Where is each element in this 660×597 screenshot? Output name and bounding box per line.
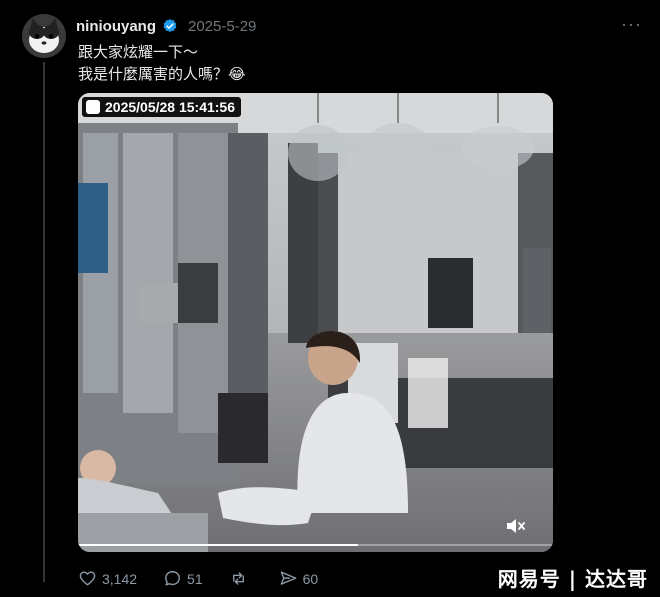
mute-icon[interactable] xyxy=(503,514,527,538)
heart-icon xyxy=(79,571,96,586)
watermark: 网易号 | 达达哥 xyxy=(497,567,648,591)
reply-button[interactable]: 51 xyxy=(163,569,203,588)
action-bar: 3,142 51 60 xyxy=(78,569,344,588)
post-date[interactable]: 2025-5-29 xyxy=(188,18,256,35)
xiaomi-logo-icon xyxy=(86,100,100,114)
thread-line xyxy=(43,62,45,582)
username[interactable]: niniouyang xyxy=(76,18,156,35)
post-text-line: 跟大家炫耀一下～ xyxy=(78,44,199,61)
post-header: niniouyang 2025-5-29 xyxy=(76,16,256,36)
cat-avatar-icon xyxy=(22,14,66,58)
reply-icon xyxy=(165,571,180,586)
video-player[interactable]: 2025/05/28 15:41:56 xyxy=(78,93,553,552)
reply-count: 51 xyxy=(187,570,203,587)
post-text-line: 我是什麼厲害的人嗎？😂 xyxy=(78,66,246,83)
repost-icon xyxy=(232,572,244,585)
repost-button[interactable] xyxy=(229,569,253,588)
verified-badge-icon xyxy=(163,19,177,33)
more-options-icon[interactable]: ··· xyxy=(621,14,642,35)
like-count: 3,142 xyxy=(102,570,138,587)
post-text: 跟大家炫耀一下～ 我是什麼厲害的人嗎？😂 xyxy=(78,42,246,86)
avatar[interactable] xyxy=(22,14,66,58)
like-button[interactable]: 3,142 xyxy=(78,569,137,588)
camera-timestamp-text: 2025/05/28 15:41:56 xyxy=(105,99,235,115)
camera-timestamp: 2025/05/28 15:41:56 xyxy=(82,97,241,117)
send-icon xyxy=(280,571,296,585)
video-frame xyxy=(78,93,553,552)
share-button[interactable]: 60 xyxy=(279,569,319,588)
share-count: 60 xyxy=(302,570,319,587)
video-progress-fill xyxy=(78,544,359,546)
video-progress-bar[interactable] xyxy=(78,544,553,546)
